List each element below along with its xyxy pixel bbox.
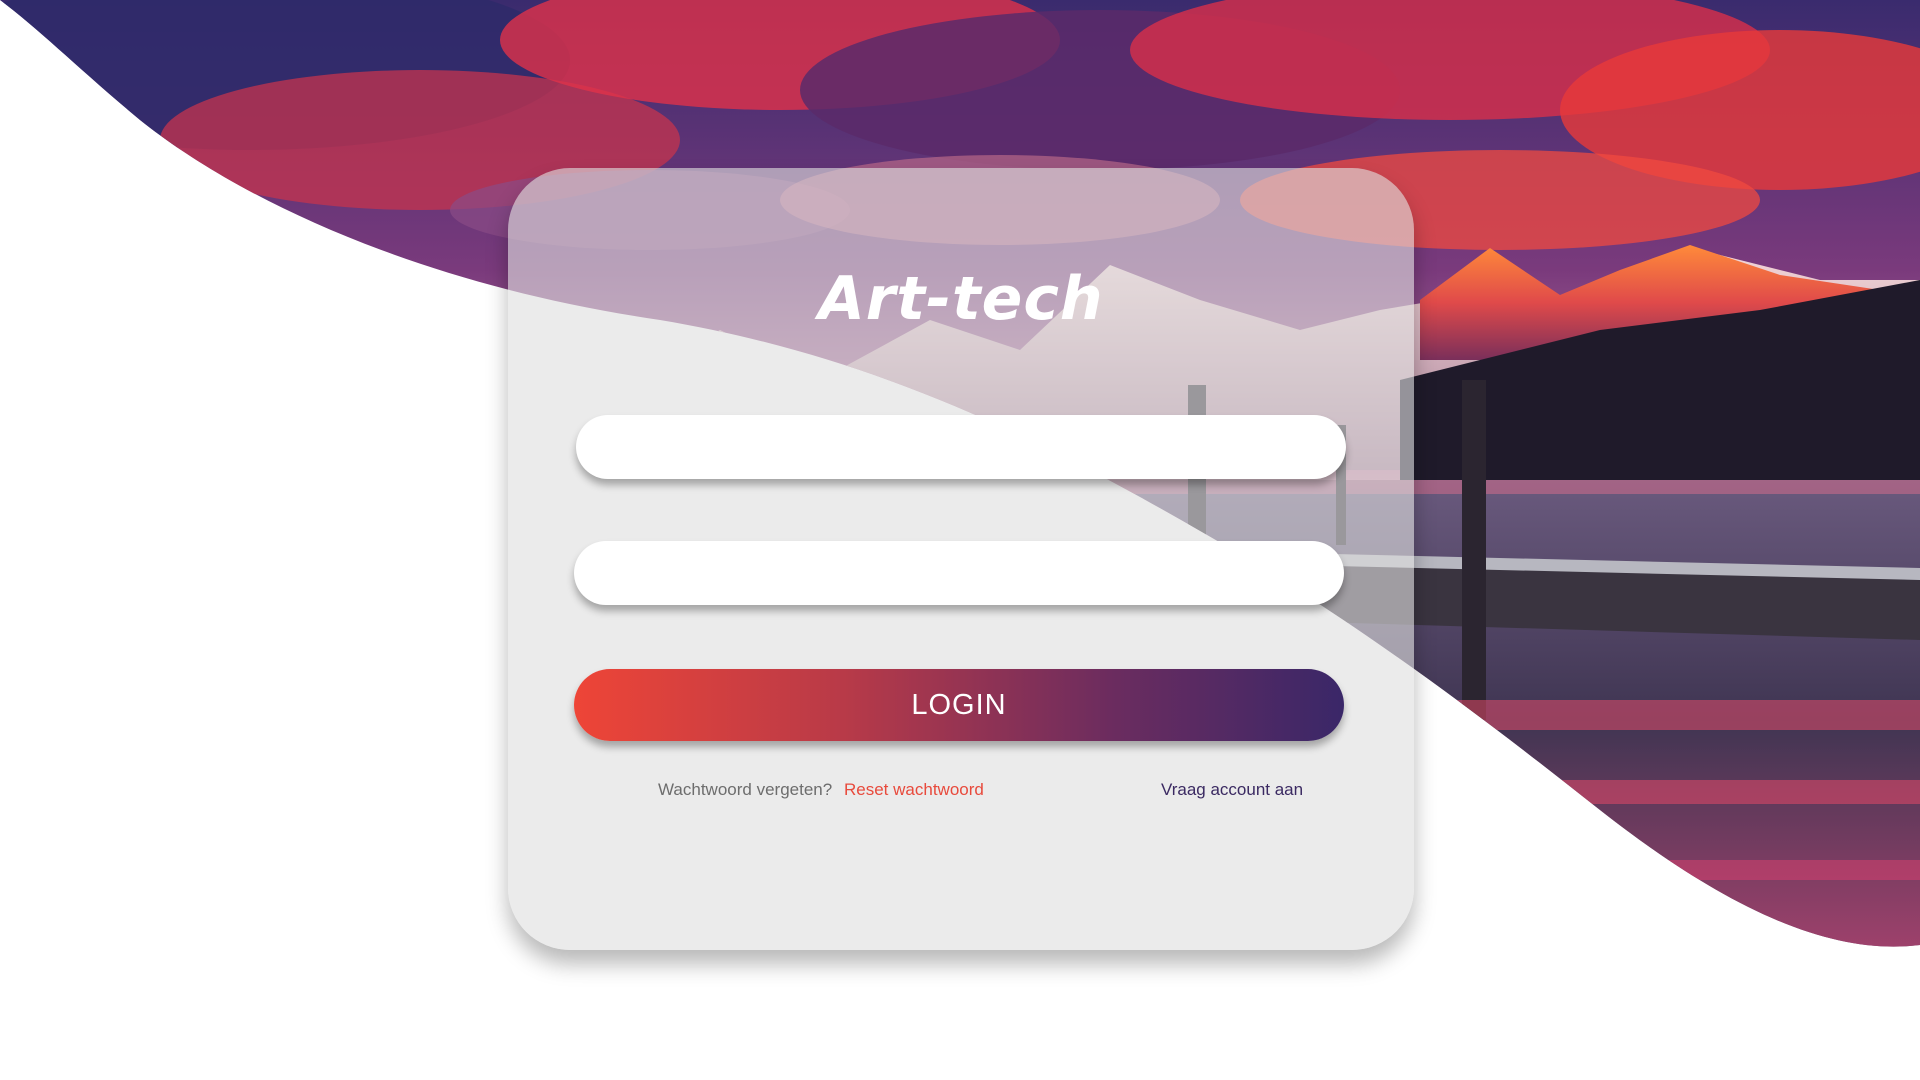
- login-screen: Art-tech LOGIN Wachtwoord vergeten? Rese…: [0, 0, 1920, 1080]
- reset-password-link[interactable]: Reset wachtwoord: [844, 780, 984, 800]
- password-input[interactable]: [574, 541, 1344, 605]
- request-account-link[interactable]: Vraag account aan: [1161, 780, 1303, 800]
- forgot-password-text: Wachtwoord vergeten?: [658, 780, 833, 799]
- login-button[interactable]: LOGIN: [574, 669, 1344, 741]
- username-input[interactable]: [576, 415, 1346, 479]
- login-card: Art-tech LOGIN Wachtwoord vergeten? Rese…: [508, 168, 1414, 950]
- app-title: Art-tech: [818, 264, 1104, 334]
- account-links: Wachtwoord vergeten? Reset wachtwoord Vr…: [508, 780, 1414, 804]
